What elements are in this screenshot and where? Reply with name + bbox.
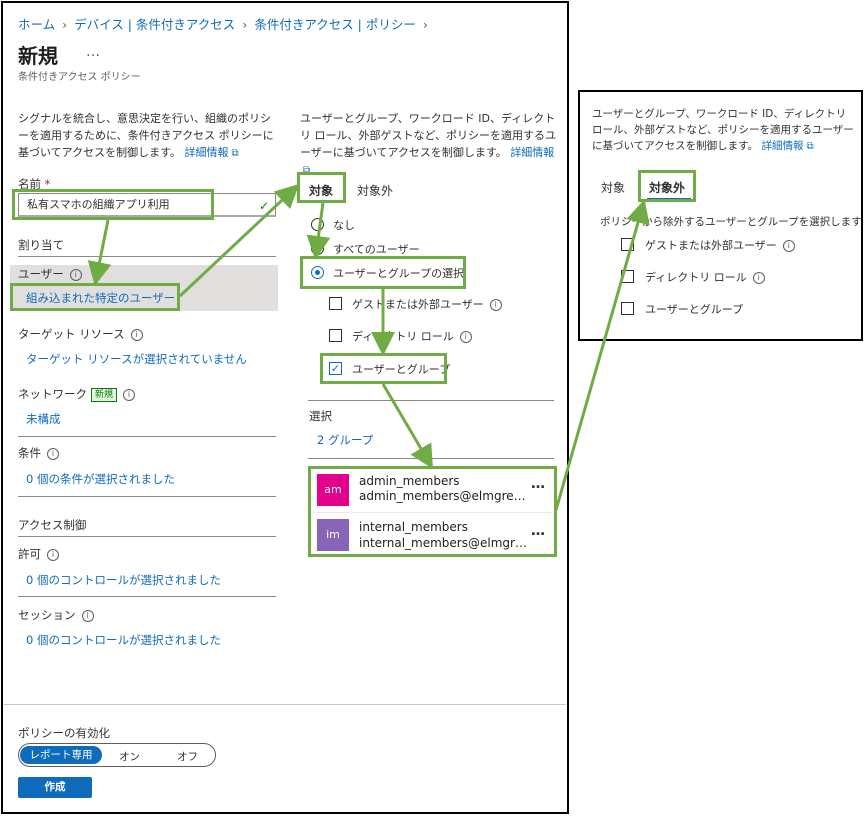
highlight-users-groups-checkbox	[320, 353, 447, 384]
session-label-text: セッション	[18, 608, 76, 622]
breadcrumb-home[interactable]: ホーム	[18, 17, 55, 32]
checkbox-guest-users-text: ゲストまたは外部ユーザー	[352, 298, 484, 311]
breadcrumb-devices[interactable]: デバイス | 条件付きアクセス	[74, 17, 235, 32]
session-label: セッション i	[18, 607, 94, 623]
network-link[interactable]: 未構成	[26, 411, 61, 427]
divider	[308, 458, 554, 459]
checkbox-directory-roles-label: ディレクトリ ロール i	[352, 328, 472, 344]
radio-all-users-label: すべてのユーザー	[333, 243, 420, 256]
checkbox-exclude-directory-roles[interactable]	[621, 270, 634, 283]
info-icon: i	[489, 299, 502, 311]
target-resources-label-text: ターゲット リソース	[18, 327, 125, 341]
users-label-text: ユーザー	[18, 267, 64, 281]
divider	[18, 596, 276, 597]
checkbox-directory-roles-text: ディレクトリ ロール	[352, 330, 454, 343]
network-label: ネットワーク 新規 i	[18, 386, 136, 402]
conditions-label: 条件 i	[18, 445, 59, 461]
info-icon: i	[47, 447, 59, 460]
breadcrumb: ホーム › デバイス | 条件付きアクセス › 条件付きアクセス | ポリシー ›	[18, 14, 435, 33]
chevron-right-icon: ›	[422, 17, 428, 32]
divider	[18, 256, 276, 257]
create-button[interactable]: 作成	[18, 777, 92, 798]
highlight-select-users-radio	[300, 256, 466, 289]
checkbox-exclude-guest-users-label: ゲストまたは外部ユーザー i	[645, 237, 795, 253]
checkbox-guest-users[interactable]	[329, 297, 342, 310]
learn-more-link[interactable]: 詳細情報	[761, 140, 803, 152]
external-link-icon: ⧉	[231, 148, 239, 159]
assignments-heading: 割り当て	[18, 238, 64, 252]
radio-all-users[interactable]	[311, 242, 324, 255]
users-description: ユーザーとグループ、ワークロード ID、ディレクトリ ロール、外部ゲストなど、ポ…	[300, 110, 558, 179]
highlight-exclude-tab	[638, 170, 696, 202]
info-icon: i	[47, 548, 59, 561]
divider	[308, 400, 554, 401]
info-icon: i	[81, 609, 94, 622]
select-label: 選択	[309, 409, 332, 423]
grant-label-text: 許可	[18, 547, 41, 561]
divider	[4, 704, 566, 705]
page-subtitle: 条件付きアクセス ポリシー	[18, 72, 141, 83]
exclude-description-text: ユーザーとグループ、ワークロード ID、ディレクトリ ロール、外部ゲストなど、ポ…	[592, 108, 854, 152]
learn-more-link[interactable]: 詳細情報	[185, 146, 229, 159]
info-icon: i	[459, 331, 472, 343]
radio-none[interactable]	[311, 218, 324, 231]
checkbox-exclude-directory-roles-text: ディレクトリ ロール	[645, 271, 747, 284]
checkbox-exclude-users-groups-label: ユーザーとグループ	[645, 303, 744, 316]
checkbox-exclude-users-groups[interactable]	[621, 302, 634, 315]
highlight-name-field	[12, 189, 214, 220]
valid-check-icon: ✓	[258, 199, 269, 213]
info-icon: i	[782, 240, 795, 252]
toggle-report-only[interactable]: レポート専用	[20, 746, 102, 764]
highlight-selected-members	[308, 466, 557, 557]
highlight-users-value	[10, 283, 180, 311]
chevron-right-icon: ›	[242, 17, 248, 32]
divider	[18, 536, 276, 537]
access-controls-heading: アクセス制御	[18, 518, 87, 532]
policy-description: シグナルを統合し、意思決定を行い、組織のポリシーを適用するために、条件付きアクセ…	[18, 110, 280, 162]
grant-label: 許可 i	[18, 546, 59, 562]
chevron-right-icon: ›	[62, 17, 68, 32]
network-label-text: ネットワーク	[18, 387, 87, 401]
users-label: ユーザー i	[18, 266, 82, 282]
session-link[interactable]: 0 個のコントロールが選択されました	[26, 632, 221, 648]
target-resources-label: ターゲット リソース i	[18, 326, 143, 342]
checkbox-exclude-guest-users-text: ゲストまたは外部ユーザー	[645, 239, 777, 252]
learn-more-link[interactable]: 詳細情報	[510, 146, 554, 159]
toggle-off[interactable]: オフ	[177, 749, 198, 764]
checkbox-directory-roles[interactable]	[329, 329, 342, 342]
divider	[18, 436, 276, 437]
grant-link[interactable]: 0 個のコントロールが選択されました	[26, 572, 221, 588]
select-groups-link[interactable]: 2 グループ	[317, 432, 373, 448]
breadcrumb-policies[interactable]: 条件付きアクセス | ポリシー	[254, 17, 416, 32]
tab-exclude[interactable]: 対象外	[357, 182, 393, 199]
checkbox-exclude-directory-roles-label: ディレクトリ ロール i	[645, 269, 765, 285]
exclude-instruction: ポリシーから除外するユーザーとグループを選択します	[600, 216, 862, 228]
toggle-on[interactable]: オン	[119, 749, 140, 764]
info-icon: i	[130, 328, 143, 341]
tab-include[interactable]: 対象	[601, 179, 625, 196]
info-icon: i	[69, 268, 82, 281]
exclude-description: ユーザーとグループ、ワークロード ID、ディレクトリ ロール、外部ゲストなど、ポ…	[592, 106, 854, 155]
more-options-button[interactable]: …	[86, 44, 100, 60]
info-icon: i	[123, 388, 136, 401]
page-title: 新規	[18, 44, 58, 68]
new-badge: 新規	[91, 387, 118, 402]
divider	[18, 496, 276, 497]
checkbox-exclude-guest-users[interactable]	[621, 238, 634, 251]
radio-none-label: なし	[333, 219, 355, 232]
conditions-link[interactable]: 0 個の条件が選択されました	[26, 471, 175, 487]
target-resources-link[interactable]: ターゲット リソースが選択されていません	[26, 351, 247, 367]
external-link-icon: ⧉	[806, 141, 814, 152]
info-icon: i	[752, 272, 765, 284]
highlight-include-tab	[297, 172, 346, 203]
conditions-label-text: 条件	[18, 446, 41, 460]
enable-policy-label: ポリシーの有効化	[18, 726, 110, 740]
checkbox-guest-users-label: ゲストまたは外部ユーザー i	[352, 296, 502, 312]
